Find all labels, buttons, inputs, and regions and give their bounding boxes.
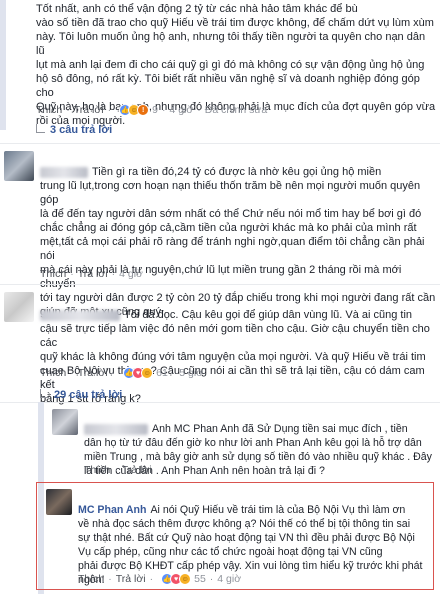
avatar[interactable] [46,489,72,515]
like-link[interactable]: Thích [40,268,66,280]
angry-reaction-icon: ! [137,104,150,116]
reply-arrow-icon [40,388,49,398]
timestamp[interactable]: 4 giờ [217,573,241,585]
view-replies-link[interactable]: 29 câu trả lời [40,388,122,401]
like-link[interactable]: Thích [40,367,66,379]
blurred-author-name[interactable] [84,423,148,435]
reactions[interactable]: 👍 ☺ ! 9 [119,104,158,116]
comment-actions: Thích · Trả lời [84,464,152,476]
reply-link[interactable]: Trả lời [122,464,152,476]
comment-thread: Tốt nhất, anh có thể vận động 2 tỷ từ cá… [0,0,440,594]
blurred-author-name[interactable] [40,166,88,178]
reply-link[interactable]: Trả lời [116,573,146,585]
avatar[interactable] [52,409,78,435]
haha-reaction-icon: ☺ [141,367,154,379]
haha-reaction-icon: ☺ [179,573,192,585]
divider [0,284,440,285]
like-link[interactable]: Thích [84,464,110,476]
reaction-count: 61 [156,367,168,379]
reaction-count: 9 [152,104,158,116]
blurred-author-name[interactable] [40,309,120,321]
reactions[interactable]: 👍 ♥ ☺ 61 [123,367,168,379]
comment-actions: Thích · Trả lời · 4 giờ [40,268,143,280]
divider [0,402,440,403]
reply-arrow-icon [36,123,45,133]
comment-actions: Thích · Trả lời · 👍 ♥ ☺ 61 · 5 giờ [40,367,204,379]
avatar[interactable] [4,292,34,322]
reactions[interactable]: 👍 ♥ ☺ 55 [161,573,206,585]
reaction-count: 55 [194,573,206,585]
like-link[interactable]: Thích [78,573,104,585]
author-name[interactable]: MC Phan Anh [78,504,146,516]
reply-link[interactable]: Trả lời [78,268,108,280]
reply-link[interactable]: Trả lời [74,104,104,116]
like-link[interactable]: Thích [36,104,62,116]
timestamp[interactable]: 4 giờ [169,104,193,116]
edited-label[interactable]: Đã chỉnh sửa [205,104,267,116]
thread-edge [0,0,6,130]
comment-actions: Thích · Trả lời · 👍 ♥ ☺ 55 · 4 giờ [78,573,242,585]
reply-link[interactable]: Trả lời [78,367,108,379]
timestamp[interactable]: 4 giờ [119,268,143,280]
divider [0,143,440,144]
comment-actions: Thích · Trả lời · 👍 ☺ ! 9 · 4 giờ · Đã c… [36,104,268,116]
avatar[interactable] [4,151,34,181]
timestamp[interactable]: 5 giờ [179,367,203,379]
view-replies-link[interactable]: 3 câu trả lời [36,123,112,136]
